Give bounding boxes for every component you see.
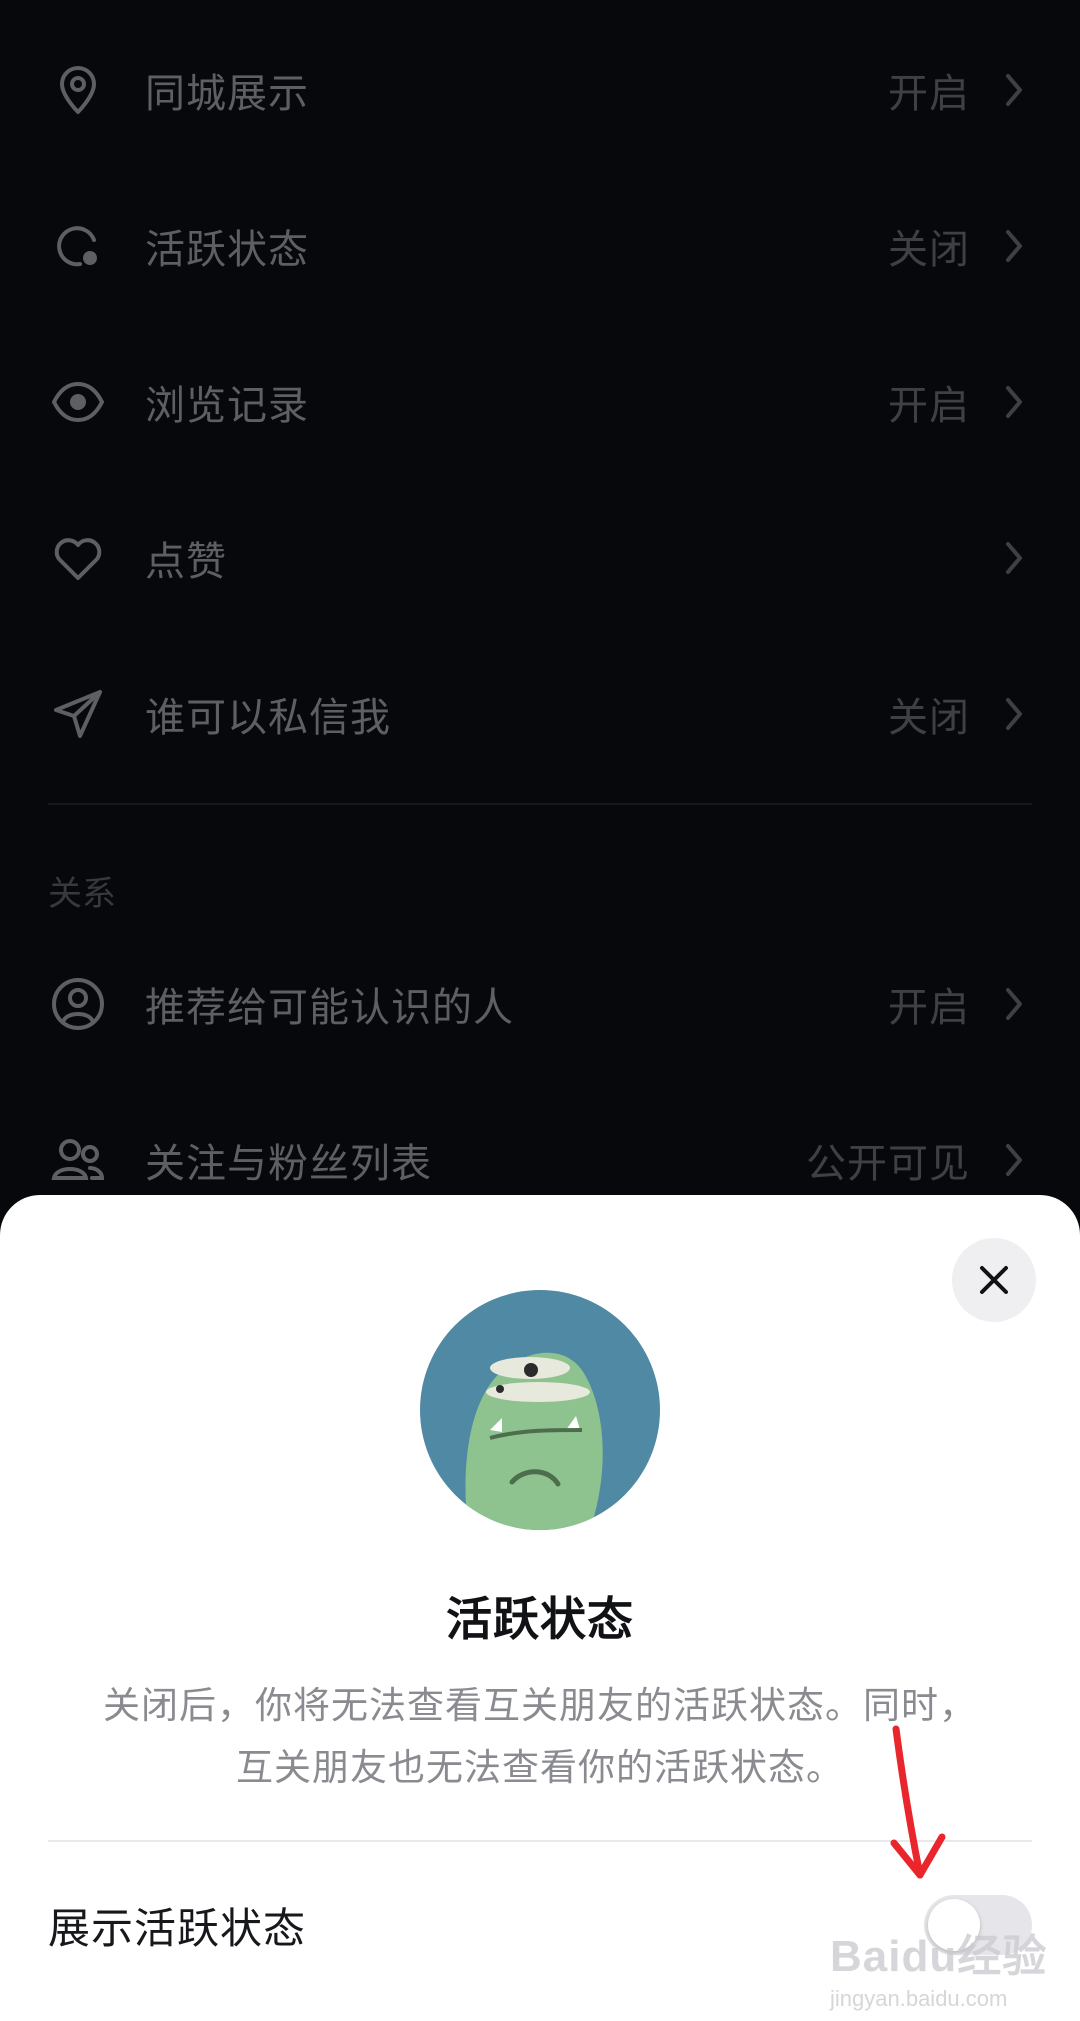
- chevron-right-icon: [1000, 538, 1028, 578]
- close-icon: [980, 1266, 1008, 1294]
- settings-row-label: 同城展示: [145, 71, 309, 117]
- settings-row-label: 推荐给可能认识的人: [145, 985, 514, 1031]
- avatar: [420, 1290, 660, 1530]
- close-button[interactable]: [952, 1238, 1036, 1322]
- settings-row-browsing-history[interactable]: 浏览记录 开启: [0, 324, 1080, 480]
- settings-row-value: 关闭: [888, 227, 970, 273]
- settings-row-value: 开启: [888, 383, 970, 429]
- sheet-title: 活跃状态: [446, 1592, 634, 1646]
- settings-row-label: 谁可以私信我: [145, 695, 391, 741]
- settings-row-label: 浏览记录: [145, 383, 309, 429]
- chevron-right-icon: [1000, 984, 1028, 1024]
- activity-status-sheet: 活跃状态 关闭后，你将无法查看互关朋友的活跃状态。同时， 互关朋友也无法查看你的…: [0, 1195, 1080, 2021]
- users-icon: [50, 1132, 106, 1188]
- settings-row-value: 关闭: [888, 695, 970, 741]
- section-header-relations: 关系: [48, 874, 116, 914]
- paper-plane-icon: [50, 686, 106, 742]
- settings-row-value: 公开可见: [806, 1141, 970, 1187]
- settings-row-value: 开启: [888, 985, 970, 1031]
- settings-row-value: 开启: [888, 71, 970, 117]
- settings-row-nearby[interactable]: 同城展示 开启: [0, 12, 1080, 168]
- heart-icon: [50, 530, 106, 586]
- settings-row-label: 关注与粉丝列表: [145, 1141, 432, 1187]
- show-activity-status-label: 展示活跃状态: [48, 1904, 307, 1953]
- watermark-url: jingyan.baidu.com: [830, 1986, 1008, 2011]
- red-arrow-annotation: [890, 1725, 946, 1879]
- chevron-right-icon: [1000, 694, 1028, 734]
- settings-row-likes[interactable]: 点赞: [0, 480, 1080, 636]
- chevron-right-icon: [1000, 70, 1028, 110]
- watermark-logo: Baidu经验: [830, 1932, 1048, 1981]
- watermark: Baidu经验 jingyan.baidu.com: [830, 1920, 1047, 2012]
- settings-row-direct-message[interactable]: 谁可以私信我 关闭: [0, 636, 1080, 792]
- chevron-right-icon: [1000, 1140, 1028, 1180]
- settings-row-label: 活跃状态: [145, 227, 309, 273]
- activity-status-icon: [50, 218, 106, 274]
- chevron-right-icon: [1000, 382, 1028, 422]
- location-pin-icon: [50, 62, 106, 118]
- settings-row-recommend-to-contacts[interactable]: 推荐给可能认识的人 开启: [0, 926, 1080, 1082]
- settings-row-label: 点赞: [145, 539, 227, 585]
- chevron-right-icon: [1000, 226, 1028, 266]
- settings-row-activity-status[interactable]: 活跃状态 关闭: [0, 168, 1080, 324]
- eye-icon: [50, 374, 106, 430]
- section-divider: [48, 803, 1032, 805]
- user-circle-icon: [50, 976, 106, 1032]
